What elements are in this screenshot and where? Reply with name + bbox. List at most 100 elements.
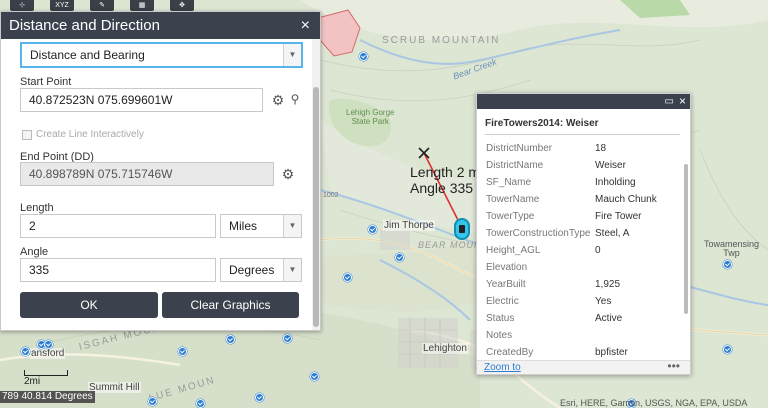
attribute-name: SF_Name xyxy=(486,177,532,188)
attribute-name: Height_AGL xyxy=(486,245,541,256)
panel-title: Distance and Direction xyxy=(9,17,160,34)
scrollbar-thumb[interactable] xyxy=(313,87,319,327)
film-tool-button[interactable]: ✥ xyxy=(170,0,194,11)
fire-tower-marker[interactable] xyxy=(196,399,205,408)
length-unit-select[interactable]: Miles ▼ xyxy=(220,214,302,238)
map-label-summit-hill: Summit Hill xyxy=(88,382,141,393)
panel-scrollbar[interactable] xyxy=(312,39,320,330)
angle-unit-select[interactable]: Degrees ▼ xyxy=(220,258,302,282)
attribute-row: TowerName Mauch Chunk xyxy=(486,191,681,208)
map-label-scrub-mountain: SCRUB MOUNTAIN xyxy=(382,35,501,46)
attribute-row: CreatedBy bpfister xyxy=(486,344,681,361)
create-line-option: Create Line Interactively xyxy=(22,129,144,140)
attribute-value: Mauch Chunk xyxy=(595,194,657,205)
fire-tower-marker[interactable] xyxy=(178,347,187,356)
attribute-row: Notes xyxy=(486,327,681,344)
popup-header: ▭ × xyxy=(477,94,690,109)
distance-direction-panel: Distance and Direction × Distance and Be… xyxy=(0,11,321,331)
fire-tower-marker[interactable] xyxy=(723,345,732,354)
close-icon[interactable]: × xyxy=(301,17,310,34)
fire-tower-marker[interactable] xyxy=(395,253,404,262)
attribute-value: Fire Tower xyxy=(595,211,642,222)
fire-tower-marker[interactable] xyxy=(343,273,352,282)
gear-icon[interactable]: ⚙ xyxy=(280,166,296,183)
map-label-lehighton: Lehighton xyxy=(422,343,468,354)
coordinate-readout: 789 40.814 Degrees xyxy=(0,391,95,403)
attribute-row: YearBuilt 1,925 xyxy=(486,276,681,293)
start-point-input[interactable]: 40.872523N 075.699601W xyxy=(20,88,263,112)
fire-tower-marker[interactable] xyxy=(368,225,377,234)
attribute-value: Yes xyxy=(595,296,612,307)
fire-tower-marker[interactable] xyxy=(310,372,319,381)
scale-label: 2mi xyxy=(24,376,41,387)
map-label-jim-thorpe: Jim Thorpe xyxy=(383,220,435,231)
more-icon[interactable]: ••• xyxy=(667,359,680,373)
attribute-value: 1,925 xyxy=(595,279,621,290)
ok-button[interactable]: OK xyxy=(20,292,158,318)
length-input[interactable]: 2 xyxy=(20,214,216,238)
chevron-down-icon: ▼ xyxy=(283,259,301,281)
map-attribution: Esri, HERE, Garmin, USGS, NGA, EPA, USDA xyxy=(560,398,748,408)
map-label-towamensing: Towamensing Twp xyxy=(704,239,760,258)
attribute-name: TowerType xyxy=(486,211,535,222)
mode-select-value: Distance and Bearing xyxy=(30,48,145,62)
clear-graphics-button[interactable]: Clear Graphics xyxy=(162,292,299,318)
popup-scrollbar[interactable] xyxy=(684,164,688,314)
fire-tower-marker[interactable] xyxy=(148,397,157,406)
attribute-name: Notes xyxy=(486,330,513,341)
tower-icon xyxy=(459,225,465,233)
fire-tower-marker[interactable] xyxy=(283,334,292,343)
popup-footer: Zoom to ••• xyxy=(477,359,690,374)
create-line-checkbox[interactable] xyxy=(22,129,32,140)
map-pin-icon[interactable]: ⚲ xyxy=(287,92,303,106)
chevron-down-icon: ▼ xyxy=(283,44,301,66)
attribute-value: 18 xyxy=(595,143,607,154)
angle-input[interactable]: 335 xyxy=(20,258,216,282)
panel-body: Distance and Bearing ▼ Start Point 40.87… xyxy=(1,39,313,330)
attribute-value: Inholding xyxy=(595,177,636,188)
map-label-lehigh-gorge: Lehigh Gorge State Park xyxy=(346,108,395,126)
xyz-tool-button[interactable]: XYZ xyxy=(50,0,74,11)
attribute-row: TowerConstructionType Steel, A xyxy=(486,225,681,242)
map-label-bear-mountain: BEAR MOUN xyxy=(418,240,482,250)
feature-popup: ▭ × FireTowers2014: Weiser DistrictNumbe… xyxy=(476,93,691,375)
fire-tower-marker[interactable] xyxy=(359,52,368,61)
fire-tower-marker[interactable] xyxy=(44,340,53,349)
attribute-row: SF_Name Inholding xyxy=(486,174,681,191)
gear-icon[interactable]: ⚙ xyxy=(270,92,286,109)
fire-tower-marker[interactable] xyxy=(255,393,264,402)
fire-tower-marker[interactable] xyxy=(226,335,235,344)
create-line-label: Create Line Interactively xyxy=(36,129,144,140)
attribute-value: 0 xyxy=(595,245,601,256)
attribute-name: TowerName xyxy=(486,194,540,205)
maximize-icon[interactable]: ▭ xyxy=(665,94,674,109)
measure-length-label: Length 2 m xyxy=(410,164,481,180)
attribute-name: TowerConstructionType xyxy=(486,228,591,239)
selected-tower-marker[interactable] xyxy=(454,218,470,240)
attribute-row: Electric Yes xyxy=(486,293,681,310)
popup-divider xyxy=(485,134,680,135)
measure-angle-label: Angle 335 ° xyxy=(410,180,483,196)
map-tool-1[interactable]: ⊹ xyxy=(10,0,34,11)
attribute-value: Active xyxy=(595,313,623,324)
attribute-name: DistrictNumber xyxy=(486,143,553,154)
grid-tool-button[interactable]: ▦ xyxy=(130,0,154,11)
fire-tower-marker[interactable] xyxy=(21,347,30,356)
fire-tower-marker[interactable] xyxy=(723,260,732,269)
close-icon[interactable]: × xyxy=(679,94,686,109)
zoom-to-link[interactable]: Zoom to xyxy=(484,361,521,374)
attribute-name: Electric xyxy=(486,296,519,307)
length-unit-value: Miles xyxy=(229,219,258,233)
attribute-row: Elevation xyxy=(486,259,681,276)
attribute-row: DistrictName Weiser xyxy=(486,157,681,174)
chevron-down-icon: ▼ xyxy=(283,215,301,237)
attribute-name: CreatedBy xyxy=(486,347,534,358)
panel-header: Distance and Direction × xyxy=(1,12,320,39)
attribute-row: TowerType Fire Tower xyxy=(486,208,681,225)
attribute-table: DistrictNumber 18 DistrictName Weiser SF_Nam… xyxy=(486,140,681,361)
pencil-icon[interactable]: ✎ xyxy=(90,0,114,11)
mode-select[interactable]: Distance and Bearing ▼ xyxy=(20,42,303,68)
attribute-value: bpfister xyxy=(595,347,628,358)
attribute-row: DistrictNumber 18 xyxy=(486,140,681,157)
end-point-input[interactable]: 40.898789N 075.715746W xyxy=(20,162,274,186)
